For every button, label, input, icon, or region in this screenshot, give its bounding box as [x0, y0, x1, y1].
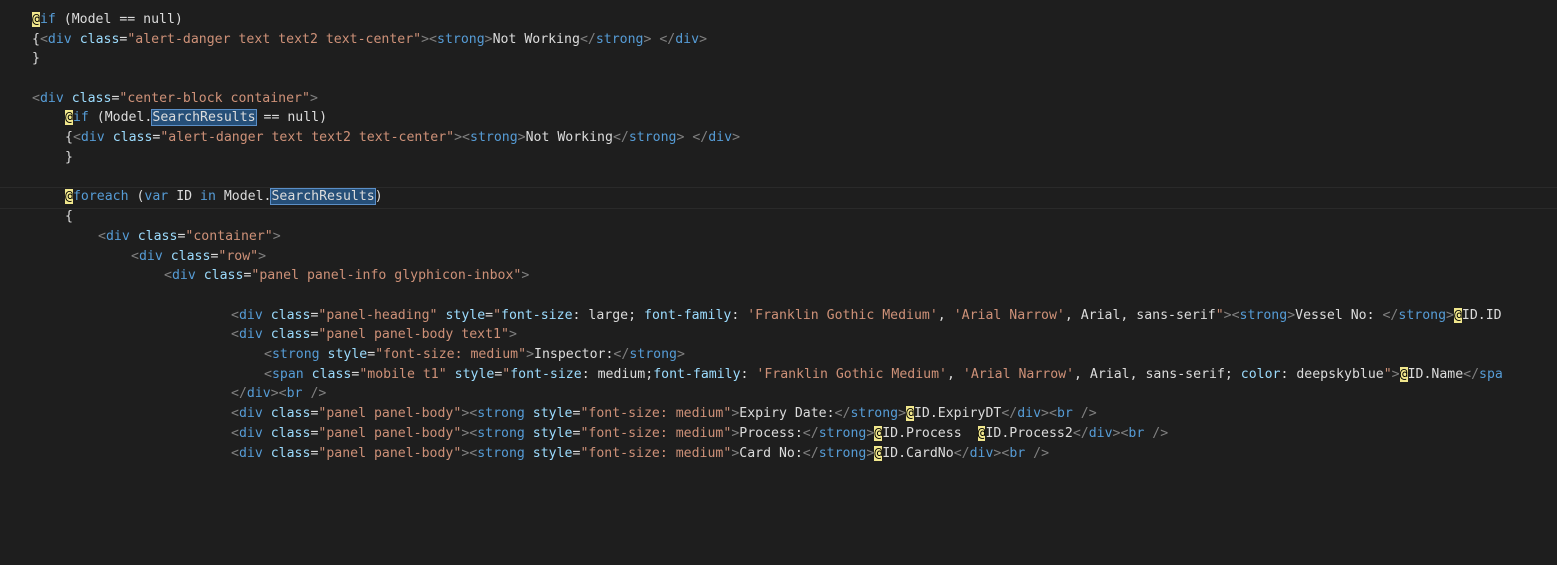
- code-line-14[interactable]: <div class="panel panel-info glyphicon-i…: [164, 266, 1557, 286]
- code-line-16[interactable]: <div class="panel-heading" style="font-s…: [231, 306, 1557, 326]
- code-line-10[interactable]: @foreach (var ID in Model.SearchResults): [65, 187, 1557, 207]
- code-line-22[interactable]: <div class="panel panel-body"><strong st…: [231, 424, 1557, 444]
- search-results-highlight: SearchResults: [270, 188, 376, 205]
- code-line-18[interactable]: <strong style="font-size: medium">Inspec…: [264, 345, 1557, 365]
- code-line-20[interactable]: </div><br />: [231, 384, 1557, 404]
- code-line-8[interactable]: }: [65, 148, 1557, 168]
- code-line-17[interactable]: <div class="panel panel-body text1">: [231, 325, 1557, 345]
- code-line-1[interactable]: @if (Model == null): [32, 10, 1557, 30]
- code-line-13[interactable]: <div class="row">: [131, 247, 1557, 267]
- code-line-23[interactable]: <div class="panel panel-body"><strong st…: [231, 444, 1557, 464]
- code-line-3[interactable]: }: [32, 49, 1557, 69]
- code-line-7[interactable]: {<div class="alert-danger text text2 tex…: [65, 128, 1557, 148]
- search-results-highlight: SearchResults: [151, 109, 257, 126]
- code-line-11[interactable]: {: [65, 207, 1557, 227]
- code-line-5[interactable]: <div class="center-block container">: [32, 89, 1557, 109]
- code-line-2[interactable]: {<div class="alert-danger text text2 tex…: [32, 30, 1557, 50]
- code-editor[interactable]: @if (Model == null) {<div class="alert-d…: [0, 0, 1557, 565]
- code-line-21[interactable]: <div class="panel panel-body"><strong st…: [231, 404, 1557, 424]
- code-line-12[interactable]: <div class="container">: [98, 227, 1557, 247]
- code-line-19[interactable]: <span class="mobile t1" style="font-size…: [264, 365, 1557, 385]
- code-line-6[interactable]: @if (Model.SearchResults == null): [65, 108, 1557, 128]
